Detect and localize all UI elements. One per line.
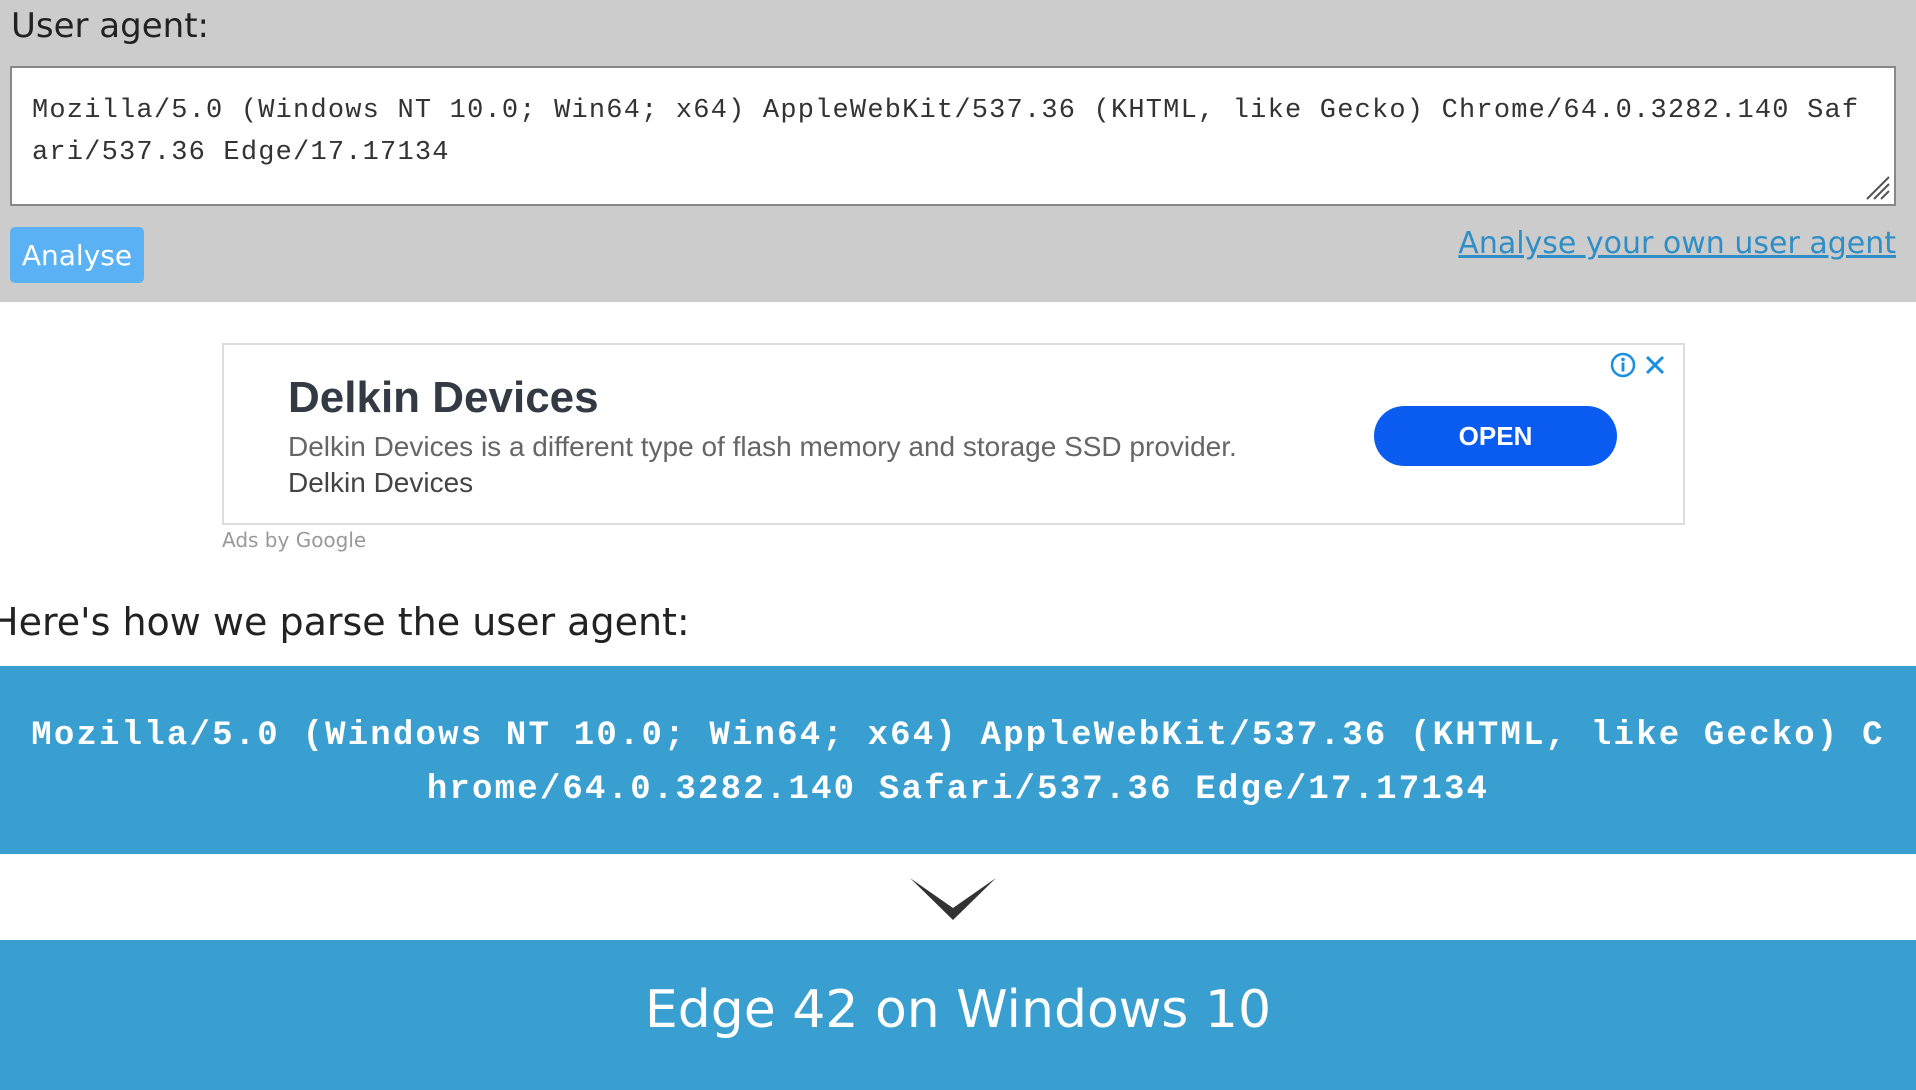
ad-description: Delkin Devices is a different type of fl…	[288, 431, 1237, 462]
ads-by-google-label[interactable]: Ads by Google	[222, 528, 366, 552]
chevron-down-icon	[910, 878, 996, 920]
parsed-user-agent-bar: Mozilla/5.0 (Windows NT 10.0; Win64; x64…	[0, 666, 1916, 854]
result-bar: Edge 42 on Windows 10	[0, 940, 1916, 1090]
advertisement[interactable]: Delkin Devices Delkin Devices is a diffe…	[222, 343, 1685, 525]
user-agent-textarea[interactable]: Mozilla/5.0 (Windows NT 10.0; Win64; x64…	[10, 66, 1896, 206]
user-agent-form: User agent: Mozilla/5.0 (Windows NT 10.0…	[0, 0, 1916, 302]
user-agent-label: User agent:	[11, 6, 209, 46]
resize-grip-icon[interactable]	[1863, 173, 1891, 201]
ad-open-button[interactable]: OPEN	[1374, 406, 1617, 466]
parsed-user-agent-string: Mozilla/5.0 (Windows NT 10.0; Win64; x64…	[31, 717, 1885, 809]
ad-title[interactable]: Delkin Devices	[288, 373, 599, 423]
analyse-own-user-agent-link[interactable]: Analyse your own user agent	[1458, 226, 1896, 261]
close-icon[interactable]	[1641, 351, 1669, 379]
parse-result: Edge 42 on Windows 10	[644, 980, 1272, 1040]
info-icon[interactable]	[1609, 351, 1637, 379]
parse-heading: Here's how we parse the user agent:	[0, 600, 690, 644]
user-agent-textarea-value: Mozilla/5.0 (Windows NT 10.0; Win64; x64…	[32, 96, 1860, 168]
ad-sponsor: Delkin Devices	[288, 467, 474, 498]
analyse-button[interactable]: Analyse	[10, 227, 144, 283]
